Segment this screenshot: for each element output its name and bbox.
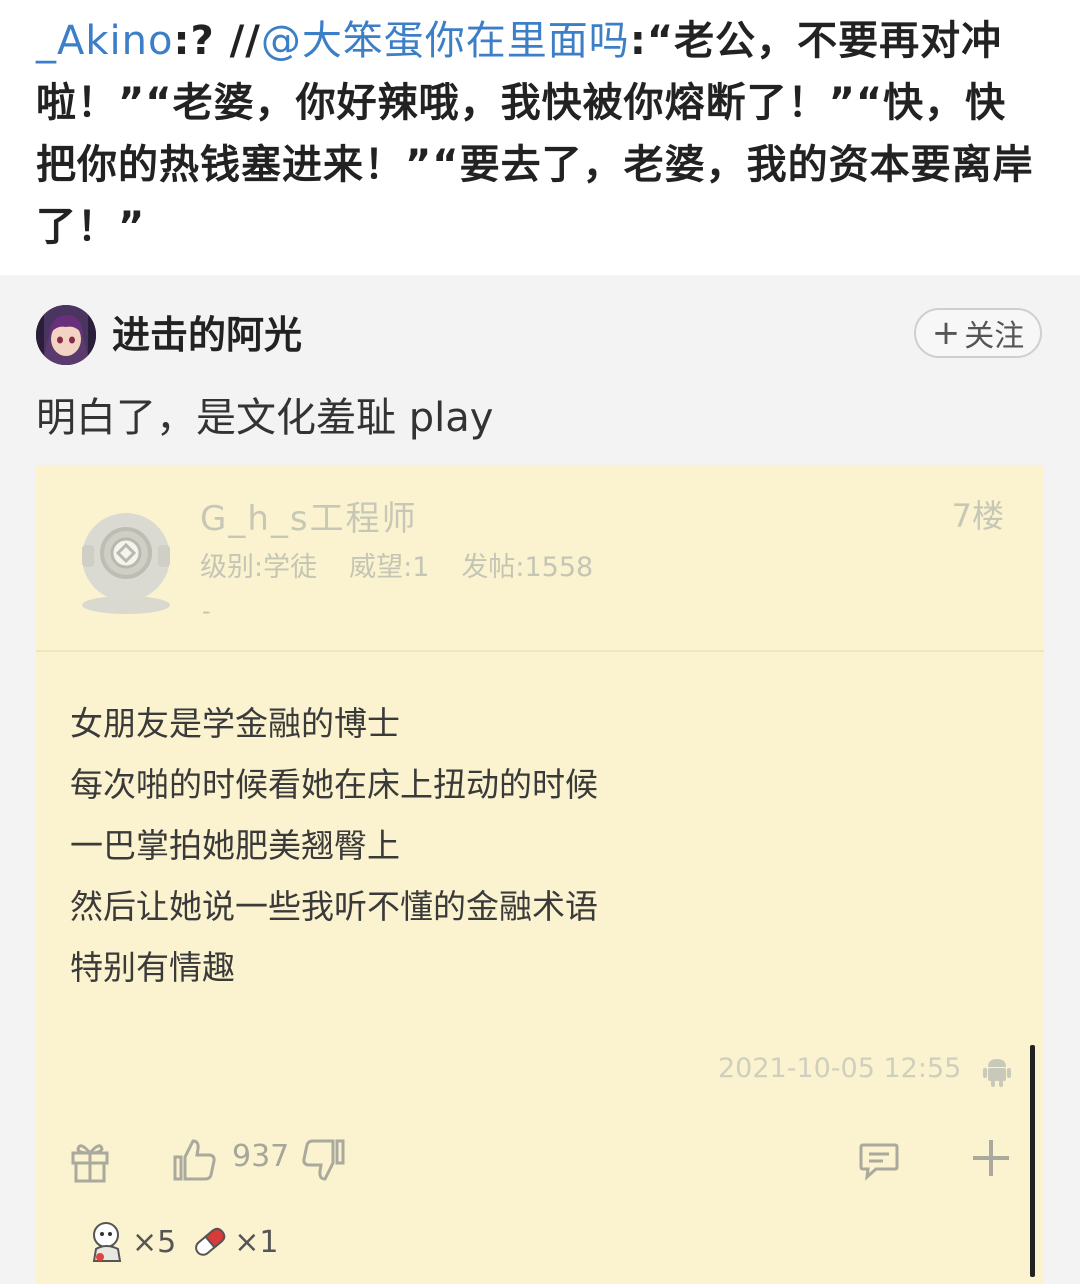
- like-count: 937: [232, 1139, 290, 1174]
- author-avatar[interactable]: [36, 305, 96, 365]
- dislike-icon[interactable]: [302, 1137, 346, 1183]
- follow-button[interactable]: + 关注: [914, 308, 1042, 358]
- pill-icon: [190, 1222, 230, 1262]
- android-icon: [982, 1055, 1012, 1087]
- comment-author-name[interactable]: 进击的阿光: [112, 309, 302, 361]
- reward-count: ×5: [132, 1224, 177, 1260]
- diving-helmet-avatar-icon: [74, 505, 178, 615]
- reward-row: ×5 ×1: [86, 1217, 292, 1267]
- post-timestamp: 2021-10-05 12:55: [718, 1053, 962, 1084]
- poster-level: 级别:学徒: [200, 552, 318, 583]
- comment-text: 明白了，是文化羞耻 play: [36, 395, 494, 441]
- repost-text: _Akino:? //@大笨蛋你在里面吗:“老公，不要再对冲啦！”“老婆，你好辣…: [36, 10, 1046, 258]
- repost-separator: :? //: [173, 18, 261, 64]
- reward-count: ×1: [234, 1224, 279, 1260]
- post-body: 女朋友是学金融的博士 每次啪的时候看她在床上扭动的时候 一巴掌拍她肥美翘臀上 然…: [70, 693, 598, 998]
- post-body-line: 然后让她说一些我听不懂的金融术语: [70, 887, 598, 926]
- more-plus-icon[interactable]: [970, 1137, 1012, 1179]
- post-body-line: 每次啪的时候看她在床上扭动的时候: [70, 765, 598, 804]
- post-body-line: 女朋友是学金融的博士: [70, 704, 400, 743]
- follow-button-label: 关注: [964, 319, 1025, 354]
- floor-number: 7楼: [951, 497, 1004, 535]
- post-body-line: 特别有情趣: [70, 948, 235, 987]
- poster-post-count: 发帖:1558: [461, 552, 594, 583]
- post-action-bar: 937: [36, 1129, 1044, 1199]
- post-header: G_h_s工程师 级别:学徒 威望:1 发帖:1558 - 7楼: [36, 465, 1044, 650]
- post-body-line: 一巴掌拍她肥美翘臀上: [70, 826, 400, 865]
- repost-block: _Akino:? //@大笨蛋你在里面吗:“老公，不要再对冲啦！”“老婆，你好辣…: [0, 0, 1080, 275]
- poster-prestige: 威望:1: [349, 552, 430, 583]
- repost-username-link[interactable]: _Akino: [36, 18, 173, 64]
- poster-name: G_h_s工程师: [200, 499, 418, 539]
- like-icon[interactable]: [172, 1137, 218, 1183]
- embedded-screenshot[interactable]: G_h_s工程师 级别:学徒 威望:1 发帖:1558 - 7楼 女朋友是学金融的博…: [36, 465, 1044, 1283]
- divider: [36, 650, 1044, 652]
- poster-meta: 级别:学徒 威望:1 发帖:1558: [200, 545, 625, 584]
- poster-signature-dot: -: [202, 597, 211, 625]
- mascot-icon: [86, 1219, 128, 1265]
- gift-icon[interactable]: [70, 1139, 110, 1183]
- repost-mention-link[interactable]: @大笨蛋你在里面吗: [261, 18, 630, 64]
- repost-colon: :: [629, 18, 647, 64]
- plus-icon: +: [931, 313, 961, 353]
- reply-icon[interactable]: [858, 1139, 900, 1181]
- comment-card: 进击的阿光 + 关注 明白了，是文化羞耻 play G_h_s工程师 级别:学徒…: [0, 275, 1080, 1284]
